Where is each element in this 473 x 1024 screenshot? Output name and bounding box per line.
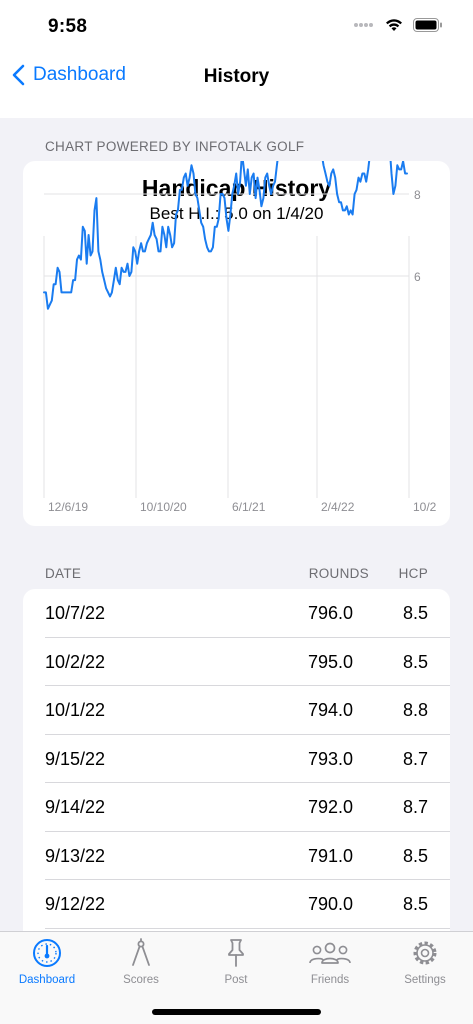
page-title: History xyxy=(203,66,270,87)
y-tick-label: 6 xyxy=(414,270,421,284)
navigation-bar: Dashboard History xyxy=(0,56,473,118)
row-date: 9/15/22 xyxy=(45,748,106,769)
row-rounds: 792.0 xyxy=(307,797,353,817)
table-row[interactable]: 9/12/22 790.0 8.5 xyxy=(23,880,450,929)
x-tick-label: 2/4/22 xyxy=(321,500,355,514)
pin-icon xyxy=(228,939,244,967)
row-hcp: 8.5 xyxy=(402,651,428,672)
cellular-signal-icon xyxy=(354,23,373,27)
tab-post[interactable]: Post xyxy=(189,938,283,986)
gauge-icon xyxy=(33,939,61,967)
row-hcp: 8.7 xyxy=(402,797,428,817)
row-date: 9/14/22 xyxy=(45,797,106,817)
header-hcp: HCP xyxy=(398,566,428,581)
header-rounds: ROUNDS xyxy=(308,566,369,581)
table-row[interactable]: 10/1/22 794.0 8.8 xyxy=(23,686,450,735)
status-icons xyxy=(353,18,443,32)
row-hcp: 8.8 xyxy=(402,700,428,720)
tab-label: Dashboard xyxy=(18,974,76,986)
table-header: DATE ROUNDS HCP xyxy=(0,566,473,584)
history-table: 10/7/22 796.0 8.5 10/2/22 795.0 8.5 10/1… xyxy=(23,589,450,949)
x-tick-label: 10/10/20 xyxy=(140,500,187,514)
row-rounds: 790.0 xyxy=(307,894,353,914)
people-icon xyxy=(309,942,351,964)
row-date: 10/2/22 xyxy=(45,651,106,672)
chart-card: Handicap History Best H.I.: 5.0 on 1/4/2… xyxy=(23,161,450,526)
row-hcp: 8.5 xyxy=(402,894,428,914)
row-rounds: 793.0 xyxy=(307,748,353,769)
row-hcp: 8.7 xyxy=(402,748,428,769)
row-rounds: 796.0 xyxy=(307,603,353,623)
table-row[interactable]: 10/7/22 796.0 8.5 xyxy=(23,589,450,638)
x-tick-label: 6/1/21 xyxy=(232,500,266,514)
tab-settings[interactable]: Settings xyxy=(378,938,472,986)
table-row[interactable]: 9/14/22 792.0 8.7 xyxy=(23,783,450,832)
y-tick-label: 8 xyxy=(414,188,421,202)
row-hcp: 8.5 xyxy=(402,845,428,866)
status-bar: 9:58 xyxy=(0,0,473,56)
tab-dashboard[interactable]: Dashboard xyxy=(0,938,94,986)
gear-icon xyxy=(413,941,437,965)
status-time: 9:58 xyxy=(48,16,88,37)
row-hcp: 8.5 xyxy=(402,603,428,623)
compass-icon xyxy=(132,938,150,966)
header-date: DATE xyxy=(45,566,82,581)
table-row[interactable]: 9/13/22 791.0 8.5 xyxy=(23,832,450,880)
tab-label: Post xyxy=(224,974,248,986)
handicap-series-line xyxy=(43,161,408,310)
tab-label: Friends xyxy=(310,974,350,986)
tab-label: Scores xyxy=(123,974,159,986)
battery-icon xyxy=(413,18,442,32)
row-date: 10/1/22 xyxy=(45,700,106,720)
row-rounds: 791.0 xyxy=(307,845,353,866)
table-row[interactable]: 9/15/22 793.0 8.7 xyxy=(23,735,450,783)
row-rounds: 795.0 xyxy=(307,651,353,672)
chart-caption: CHART POWERED BY INFOTALK GOLF xyxy=(45,139,305,154)
row-date: 9/12/22 xyxy=(45,894,106,914)
row-date: 9/13/22 xyxy=(45,845,106,866)
x-tick-label: 12/6/19 xyxy=(48,500,88,514)
row-date: 10/7/22 xyxy=(45,603,106,623)
x-tick-label: 10/2 xyxy=(413,500,437,514)
table-row[interactable]: 10/2/22 795.0 8.5 xyxy=(23,638,450,686)
tab-label: Settings xyxy=(404,974,446,986)
row-rounds: 794.0 xyxy=(307,700,353,720)
wifi-icon xyxy=(386,19,402,31)
home-indicator xyxy=(152,1009,321,1015)
handicap-chart: 681012/6/1910/10/206/1/212/4/2210/2 xyxy=(43,161,437,514)
tab-friends[interactable]: Friends xyxy=(283,938,377,986)
tab-scores[interactable]: Scores xyxy=(94,938,188,986)
